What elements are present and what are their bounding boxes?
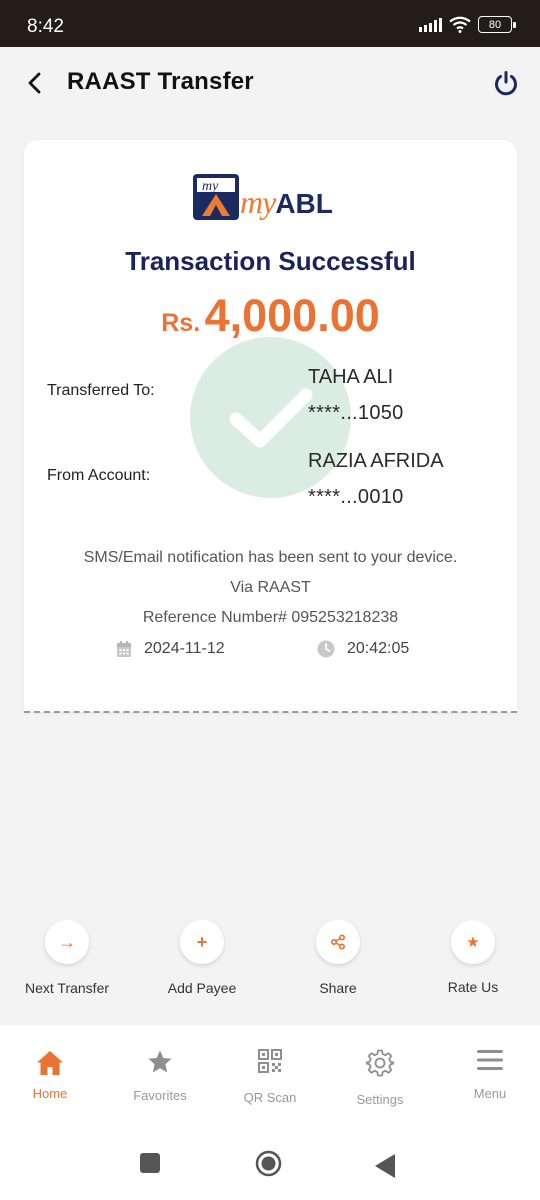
star-icon: ★ [451,920,495,964]
date-value: 2024-11-12 [144,640,225,657]
nav-home[interactable]: Home [0,1049,100,1101]
nav-home-label: Home [32,1086,68,1101]
notification-text: SMS/Email notification has been sent to … [83,549,458,566]
recent-apps-button[interactable] [140,1153,160,1178]
circle-home-icon [255,1150,282,1177]
myabl-logo: my myABL [192,170,352,224]
home-icon [37,1051,63,1075]
nav-settings[interactable]: Settings [330,1049,430,1107]
signal-icon [419,17,442,32]
back-system-button[interactable] [375,1154,395,1183]
add-payee-button[interactable]: + Add Payee [142,920,262,996]
transferred-to-label: Transferred To: [47,382,155,399]
recipient-name: TAHA ALI [308,366,394,388]
amount-value: 4,000.00 [204,290,380,341]
rate-us-button[interactable]: ★ Rate Us [413,920,533,995]
via-text: Via RAAST [230,579,311,596]
add-payee-label: Add Payee [167,980,237,996]
chevron-left-icon [28,72,41,94]
nav-qr-scan[interactable]: QR Scan [220,1049,320,1105]
sender-name: RAZIA AFRIDA [308,450,444,472]
square-icon [140,1153,160,1173]
logo-wordmark: myABL [240,182,333,224]
rate-us-label: Rate Us [447,979,499,995]
bottom-navigation: Home Favorites QR Scan Settings Menu [0,1025,540,1135]
qr-code-icon [258,1049,282,1073]
calendar-icon [117,641,131,657]
clock-icon [317,640,335,658]
star-icon [148,1050,172,1073]
transaction-status-title: Transaction Successful [125,246,416,276]
amount-display: Rs. 4,000.00 [24,290,517,342]
nav-favorites-label: Favorites [133,1088,187,1103]
transaction-date: 2024-11-12 [116,640,225,658]
sender-account: ****...0010 [308,486,404,508]
from-account-label: From Account: [47,467,151,484]
nav-favorites[interactable]: Favorites [110,1049,210,1103]
currency-label: Rs. [161,309,201,337]
receipt-perforated-edge [24,709,517,713]
recipient-account: ****...1050 [308,402,404,424]
status-time: 8:42 [27,16,64,37]
bank-logo-icon: my [193,174,239,220]
time-value: 20:42:05 [347,640,410,657]
share-button[interactable]: Share [278,920,398,996]
logout-button[interactable] [492,67,520,99]
arrow-right-icon: → [45,920,89,964]
power-icon [495,71,517,96]
nav-menu-label: Menu [473,1086,507,1101]
home-system-button[interactable] [255,1150,282,1182]
menu-icon [477,1050,503,1070]
share-icon [316,920,360,964]
status-icons: 80 [419,16,516,33]
nav-qr-scan-label: QR Scan [243,1090,297,1105]
next-transfer-button[interactable]: → Next Transfer [7,920,127,996]
next-transfer-label: Next Transfer [24,980,110,996]
app-header: RAAST Transfer [0,47,540,119]
plus-icon: + [180,920,224,964]
receipt-card: my myABL Transaction Successful Rs. 4,00… [24,140,517,712]
back-button[interactable] [20,67,48,99]
nav-menu[interactable]: Menu [440,1049,540,1101]
transaction-time: 20:42:05 [317,640,409,658]
status-bar: 8:42 80 [0,0,540,47]
battery-level: 80 [488,18,502,31]
logo-abl: ABL [275,188,333,219]
gear-icon [365,1049,395,1077]
nav-settings-label: Settings [356,1092,404,1107]
battery-icon: 80 [478,16,516,33]
wifi-icon [449,16,471,33]
logo-my: my [240,184,276,220]
reference-number: Reference Number# 095253218238 [142,609,399,626]
svg-text:my: my [202,179,219,194]
triangle-back-icon [375,1154,395,1178]
system-navigation-bar [0,1135,540,1200]
page-title: RAAST Transfer [67,68,254,95]
share-label: Share [319,980,357,996]
